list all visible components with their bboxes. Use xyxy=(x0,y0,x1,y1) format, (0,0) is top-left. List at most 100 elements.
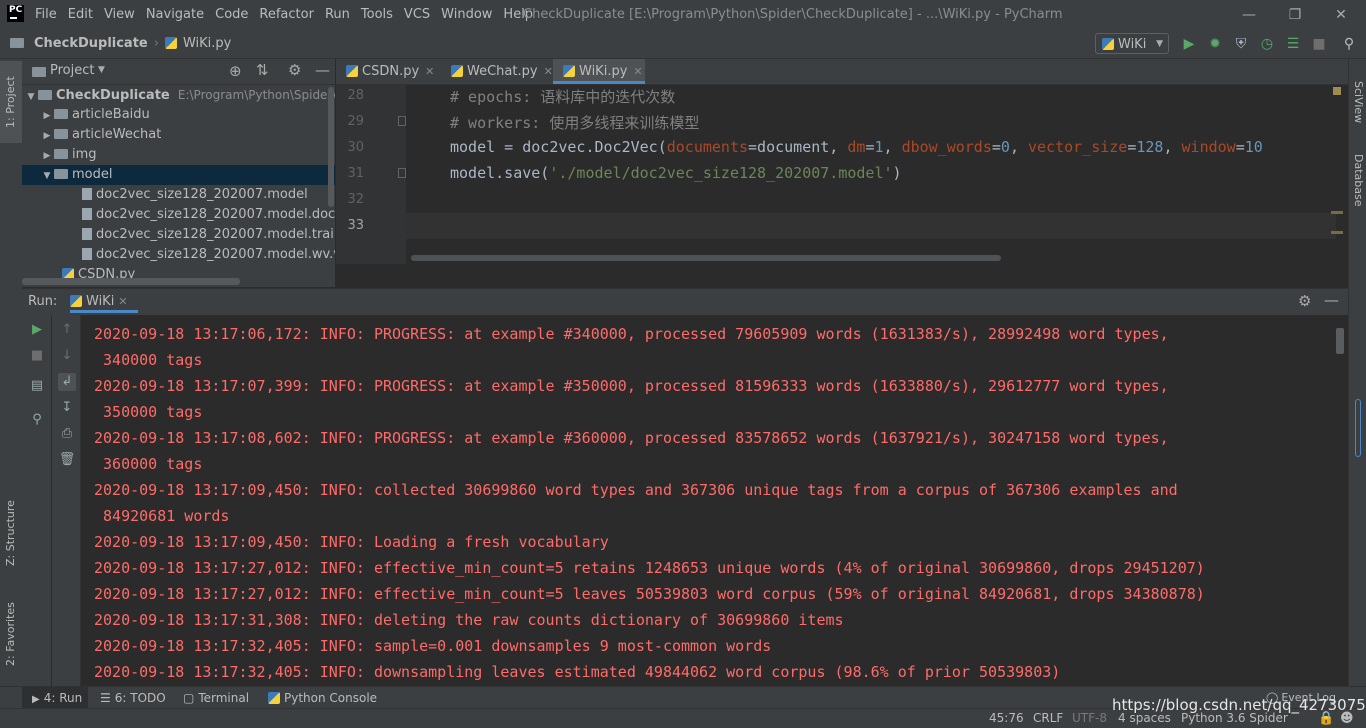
expand-arrow-icon[interactable]: ▶ xyxy=(40,146,54,166)
tree-file[interactable]: doc2vec_size128_202007.model.trainable xyxy=(22,225,335,245)
locate-icon[interactable]: ⊕ xyxy=(229,62,242,80)
collapse-all-icon[interactable]: ⇅ xyxy=(256,61,269,79)
project-hscrollbar[interactable] xyxy=(22,278,240,285)
run-tab-wiki[interactable]: WiKi ✕ xyxy=(70,289,138,313)
hide-icon[interactable]: — xyxy=(315,61,330,79)
code-line-28[interactable]: # epochs: 语料库中的迭代次数 xyxy=(450,86,675,107)
trash-icon[interactable]: 🗑 xyxy=(58,451,76,469)
editor-hscrollbar[interactable] xyxy=(411,255,1001,261)
menu-refactor[interactable]: Refactor xyxy=(259,0,320,30)
bottom-tab-label: Terminal xyxy=(198,691,250,705)
error-stripe-marker[interactable] xyxy=(1331,231,1343,234)
tree-file[interactable]: doc2vec_size128_202007.model.docvecs.v xyxy=(22,205,335,225)
database-tool-tab[interactable]: Database xyxy=(1349,145,1366,215)
fold-icon[interactable] xyxy=(398,116,406,126)
close-icon[interactable]: ✕ xyxy=(633,65,642,78)
console-line: 2020-09-18 13:17:09,450: INFO: Loading a… xyxy=(94,533,609,551)
bottom-tab-run[interactable]: ▶ 4: Run xyxy=(22,687,88,709)
console-line: 2020-09-18 13:17:09,450: INFO: collected… xyxy=(94,481,1178,499)
tree-file[interactable]: doc2vec_size128_202007.model xyxy=(22,185,335,205)
stop-icon[interactable]: ■ xyxy=(1310,35,1328,53)
code-line-29[interactable]: # workers: 使用多线程来训练模型 xyxy=(450,112,699,133)
tree-root-name: CheckDuplicate xyxy=(56,88,170,103)
tab-wechat[interactable]: WeChat.py ✕ xyxy=(441,59,553,84)
pin-icon[interactable]: ⚲ xyxy=(28,411,46,429)
scroll-to-end-icon[interactable]: ↧ xyxy=(58,399,76,417)
expand-arrow-icon[interactable]: ▶ xyxy=(40,106,54,126)
folder-icon xyxy=(54,168,68,179)
expand-arrow-icon[interactable]: ▼ xyxy=(24,87,38,107)
code-number: 10 xyxy=(1244,138,1263,156)
concurrency-icon[interactable]: ☰ xyxy=(1284,35,1302,53)
down-icon[interactable]: ↓ xyxy=(58,347,76,365)
console-output[interactable]: 2020-09-18 13:17:06,172: INFO: PROGRESS:… xyxy=(81,315,1348,686)
restore-icon[interactable]: ❐ xyxy=(1272,0,1318,30)
run-config-selector[interactable]: WiKi ▼ xyxy=(1095,33,1169,54)
menu-run[interactable]: Run xyxy=(325,0,356,30)
line-separator[interactable]: CRLF xyxy=(1033,709,1063,728)
gear-icon[interactable]: ⚙ xyxy=(1298,292,1311,310)
bottom-tab-todo[interactable]: ☰ 6: TODO xyxy=(100,687,170,709)
inspection-status-icon[interactable] xyxy=(1333,87,1341,95)
tab-wiki[interactable]: WiKi.py ✕ xyxy=(553,59,645,84)
code-number: 1 xyxy=(874,138,884,156)
minimize-icon[interactable]: — xyxy=(1226,0,1272,30)
coverage-icon[interactable]: ⛨ xyxy=(1232,35,1250,53)
profile-icon[interactable]: ◷ xyxy=(1258,35,1276,53)
favorites-tool-tab[interactable]: 2: Favorites xyxy=(0,589,22,679)
caret-position[interactable]: 45:76 xyxy=(989,709,1024,728)
soft-wrap-icon[interactable]: ↲ xyxy=(58,373,76,391)
tree-folder-model[interactable]: ▼ model xyxy=(22,165,335,185)
code-token: , xyxy=(1009,138,1028,156)
fold-icon[interactable] xyxy=(398,168,406,178)
code-token: , xyxy=(883,138,902,156)
menu-code[interactable]: Code xyxy=(215,0,254,30)
close-icon[interactable]: ✕ xyxy=(425,65,434,78)
project-view-label[interactable]: Project xyxy=(50,63,94,78)
project-vscrollbar[interactable] xyxy=(328,87,334,207)
bottom-tab-terminal[interactable]: ▢ Terminal xyxy=(183,687,253,709)
breadcrumb-file[interactable]: WiKi.py xyxy=(183,30,231,58)
console-scrollbar[interactable] xyxy=(1336,328,1344,354)
bottom-tab-label: Python Console xyxy=(284,691,378,705)
run-icon[interactable]: ▶ xyxy=(1180,35,1198,53)
close-icon[interactable]: ✕ xyxy=(544,65,553,78)
tab-csdn[interactable]: CSDN.py ✕ xyxy=(336,59,441,84)
code-line-30[interactable]: model = doc2vec.Doc2Vec(documents=docume… xyxy=(450,138,1348,156)
rerun-icon[interactable]: ▶ xyxy=(28,321,46,339)
run-toolbar: ▶ ■ ▤ ⚲ xyxy=(22,315,51,686)
tree-folder-articlewechat[interactable]: ▶ articleWechat xyxy=(22,125,335,145)
menu-window[interactable]: Window xyxy=(441,0,498,30)
bottom-tab-python-console[interactable]: Python Console xyxy=(268,687,378,709)
sciview-tool-tab[interactable]: SciView xyxy=(1349,67,1366,137)
expand-arrow-icon[interactable]: ▶ xyxy=(40,126,54,146)
code-line-31[interactable]: model.save('./model/doc2vec_size128_2020… xyxy=(450,164,902,182)
debug-icon[interactable]: ✹ xyxy=(1206,35,1224,53)
stop-icon[interactable]: ■ xyxy=(28,347,46,365)
tree-file[interactable]: doc2vec_size128_202007.model.wv.vector xyxy=(22,245,335,265)
menu-navigate[interactable]: Navigate xyxy=(146,0,210,30)
restore-layout-icon[interactable]: ▤ xyxy=(28,377,46,395)
tree-folder-img[interactable]: ▶ img xyxy=(22,145,335,165)
close-icon[interactable]: ✕ xyxy=(1318,0,1364,30)
tree-folder-articlebaidu[interactable]: ▶ articleBaidu xyxy=(22,105,335,125)
hide-icon[interactable]: — xyxy=(1324,291,1339,309)
gear-icon[interactable]: ⚙ xyxy=(288,61,301,79)
tree-root[interactable]: ▼ CheckDuplicate E:\Program\Python\Spider… xyxy=(22,85,335,105)
menu-tools[interactable]: Tools xyxy=(361,0,399,30)
print-icon[interactable]: ⎙ xyxy=(58,425,76,443)
breadcrumb-project[interactable]: CheckDuplicate xyxy=(34,30,148,58)
collapse-arrow-icon[interactable]: ▼ xyxy=(40,166,54,186)
file-encoding[interactable]: UTF-8 xyxy=(1072,709,1107,728)
menu-edit[interactable]: Edit xyxy=(68,0,99,30)
menu-view[interactable]: View xyxy=(104,0,141,30)
close-icon[interactable]: ✕ xyxy=(118,295,127,308)
menu-file[interactable]: File xyxy=(35,0,63,30)
menu-vcs[interactable]: VCS xyxy=(404,0,436,30)
search-everywhere-icon[interactable]: ⚲ xyxy=(1340,35,1358,53)
up-icon[interactable]: ↑ xyxy=(58,321,76,339)
chevron-down-icon[interactable]: ▼ xyxy=(98,65,105,75)
project-tool-tab[interactable]: 1: Project xyxy=(0,61,22,143)
structure-tool-tab[interactable]: Z: Structure xyxy=(0,489,22,577)
error-stripe-marker[interactable] xyxy=(1331,211,1343,214)
